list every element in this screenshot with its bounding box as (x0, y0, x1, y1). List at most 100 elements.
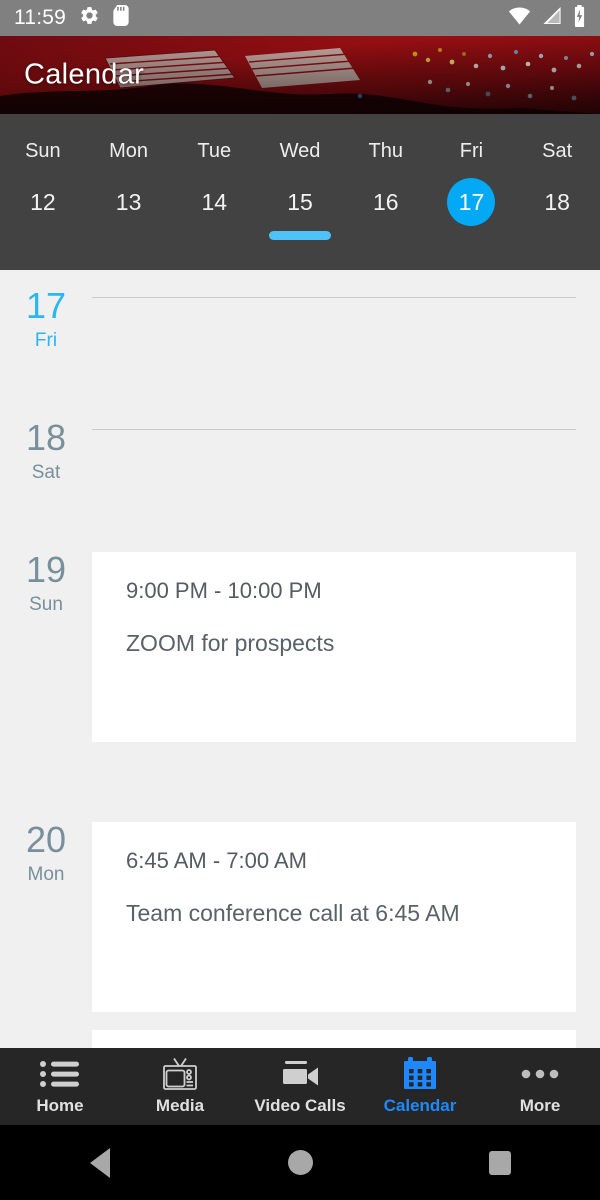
week-indicator-row (0, 231, 600, 240)
week-indicator-slot (0, 231, 86, 240)
tab-label: Media (155, 1096, 205, 1115)
status-bar-right (508, 4, 586, 32)
week-date-14[interactable]: 14 (171, 163, 257, 235)
weekday-label: Wed (279, 140, 321, 162)
agenda-day-number: 19 (25, 549, 67, 590)
back-button[interactable] (40, 1125, 160, 1200)
recents-square-icon (489, 1150, 511, 1175)
week-date-16[interactable]: 16 (343, 163, 429, 235)
agenda-day-body (92, 270, 600, 402)
weekday-cell: Fri (429, 114, 515, 163)
event-title: ZOOM for prospects (126, 630, 335, 656)
agenda-day-19[interactable]: 19 Sun 9:00 PM - 10:00 PM ZOOM for prosp… (0, 534, 600, 804)
status-bar: 11:59 (0, 0, 600, 36)
tab-calendar[interactable]: Calendar (360, 1057, 480, 1116)
week-indicator-slot (514, 231, 600, 240)
weekday-label: Thu (368, 140, 403, 162)
recents-button[interactable] (440, 1125, 560, 1200)
retro-tv-icon (159, 1057, 201, 1091)
week-indicator-slot (257, 231, 343, 240)
agenda-day-weekday: Sun (29, 594, 63, 615)
weekday-label: Mon (109, 140, 149, 162)
agenda-day-body: 9:00 PM - 10:00 PM ZOOM for prospects (92, 534, 600, 804)
home-circle-icon (287, 1150, 313, 1175)
week-strip[interactable]: Sun Mon Tue Wed Thu Fri Sat 12 13 14 15 … (0, 114, 600, 270)
event-time: 6:45 AM - 7:00 AM (126, 848, 307, 873)
week-indicator (355, 231, 417, 240)
week-date-number: 12 (30, 188, 56, 215)
weekday-cell: Wed (257, 114, 343, 163)
agenda-day-number: 17 (25, 285, 67, 326)
week-indicator (526, 231, 588, 240)
week-indicator-slot (171, 231, 257, 240)
week-indicator (183, 231, 245, 240)
week-date-15[interactable]: 15 (257, 163, 343, 235)
agenda-day-gutter: 19 Sun (0, 534, 92, 804)
calendar-icon (402, 1057, 438, 1091)
event-time: 9:00 PM - 10:00 PM (126, 578, 322, 603)
android-system-nav[interactable] (0, 1125, 600, 1200)
home-button[interactable] (240, 1125, 360, 1200)
back-triangle-icon (90, 1147, 110, 1178)
weekday-cell: Thu (343, 114, 429, 163)
tab-media[interactable]: Media (120, 1057, 240, 1116)
weekday-dates-row: 12 13 14 15 16 17 18 (0, 163, 600, 235)
agenda-day-number: 18 (25, 417, 67, 458)
agenda-day-body (92, 402, 600, 534)
weekday-cell: Tue (171, 114, 257, 163)
agenda-day-18[interactable]: 18 Sat (0, 402, 600, 534)
tab-label: Video Calls (254, 1096, 346, 1115)
week-date-13[interactable]: 13 (86, 163, 172, 235)
app-header: Calendar (0, 36, 600, 114)
tab-home[interactable]: Home (0, 1057, 120, 1116)
week-date-number: 15 (287, 188, 313, 215)
weekday-cell: Sun (0, 114, 86, 163)
agenda-list[interactable]: 17 Fri 18 Sat 19 Sun 9:00 PM - 10:00 PM … (0, 270, 600, 1048)
tab-label: Home (36, 1096, 84, 1115)
page-title: Calendar (24, 58, 145, 91)
agenda-day-gutter: 20 Mon (0, 804, 92, 1048)
week-date-12[interactable]: 12 (0, 163, 86, 235)
tab-video-calls[interactable]: Video Calls (240, 1057, 360, 1116)
week-indicator (98, 231, 160, 240)
week-date-number: 16 (372, 188, 399, 215)
agenda-day-weekday: Fri (34, 330, 58, 351)
tab-label: More (519, 1096, 561, 1115)
battery-charging-icon (573, 4, 586, 32)
week-indicator-slot (429, 231, 515, 240)
week-indicator (12, 231, 74, 240)
wifi-icon (508, 6, 531, 30)
weekday-label: Tue (197, 140, 232, 162)
weekday-label: Sat (542, 140, 573, 162)
status-bar-clock: 11:59 (14, 6, 66, 29)
week-indicator (440, 231, 502, 240)
tab-more[interactable]: More (480, 1057, 600, 1116)
weekday-label: Sun (25, 140, 61, 162)
gear-icon (79, 5, 100, 31)
agenda-day-17[interactable]: 17 Fri (0, 270, 600, 402)
weekday-cell: Sat (514, 114, 600, 163)
tab-label: Calendar (383, 1096, 457, 1115)
week-date-number: 13 (115, 188, 142, 215)
agenda-day-gutter: 17 Fri (0, 270, 92, 402)
weekday-labels-row: Sun Mon Tue Wed Thu Fri Sat (0, 114, 600, 163)
event-card-partial[interactable] (92, 1030, 576, 1048)
week-indicator-slot (343, 231, 429, 240)
week-date-17-selected[interactable]: 17 (429, 163, 515, 235)
status-bar-left: 11:59 (14, 5, 129, 31)
weekday-cell: Mon (86, 114, 172, 163)
agenda-day-weekday: Sat (31, 462, 61, 483)
agenda-day-20[interactable]: 20 Mon 6:45 AM - 7:00 AM Team conference… (0, 804, 600, 1048)
week-indicator-active (269, 231, 332, 240)
week-date-number: 18 (544, 188, 570, 215)
event-card[interactable]: 9:00 PM - 10:00 PM ZOOM for prospects (92, 552, 576, 742)
cell-signal-icon (542, 6, 562, 30)
agenda-day-weekday: Mon (27, 864, 65, 885)
event-title: Team conference call at 6:45 AM (126, 900, 460, 926)
agenda-day-gutter: 18 Sat (0, 402, 92, 534)
bottom-tab-bar[interactable]: Home Media Video Calls Calendar More (0, 1048, 600, 1125)
week-date-number: 14 (201, 188, 228, 215)
event-card[interactable]: 6:45 AM - 7:00 AM Team conference call a… (92, 822, 576, 1012)
week-date-18[interactable]: 18 (514, 163, 600, 235)
weekday-label: Fri (459, 140, 484, 162)
